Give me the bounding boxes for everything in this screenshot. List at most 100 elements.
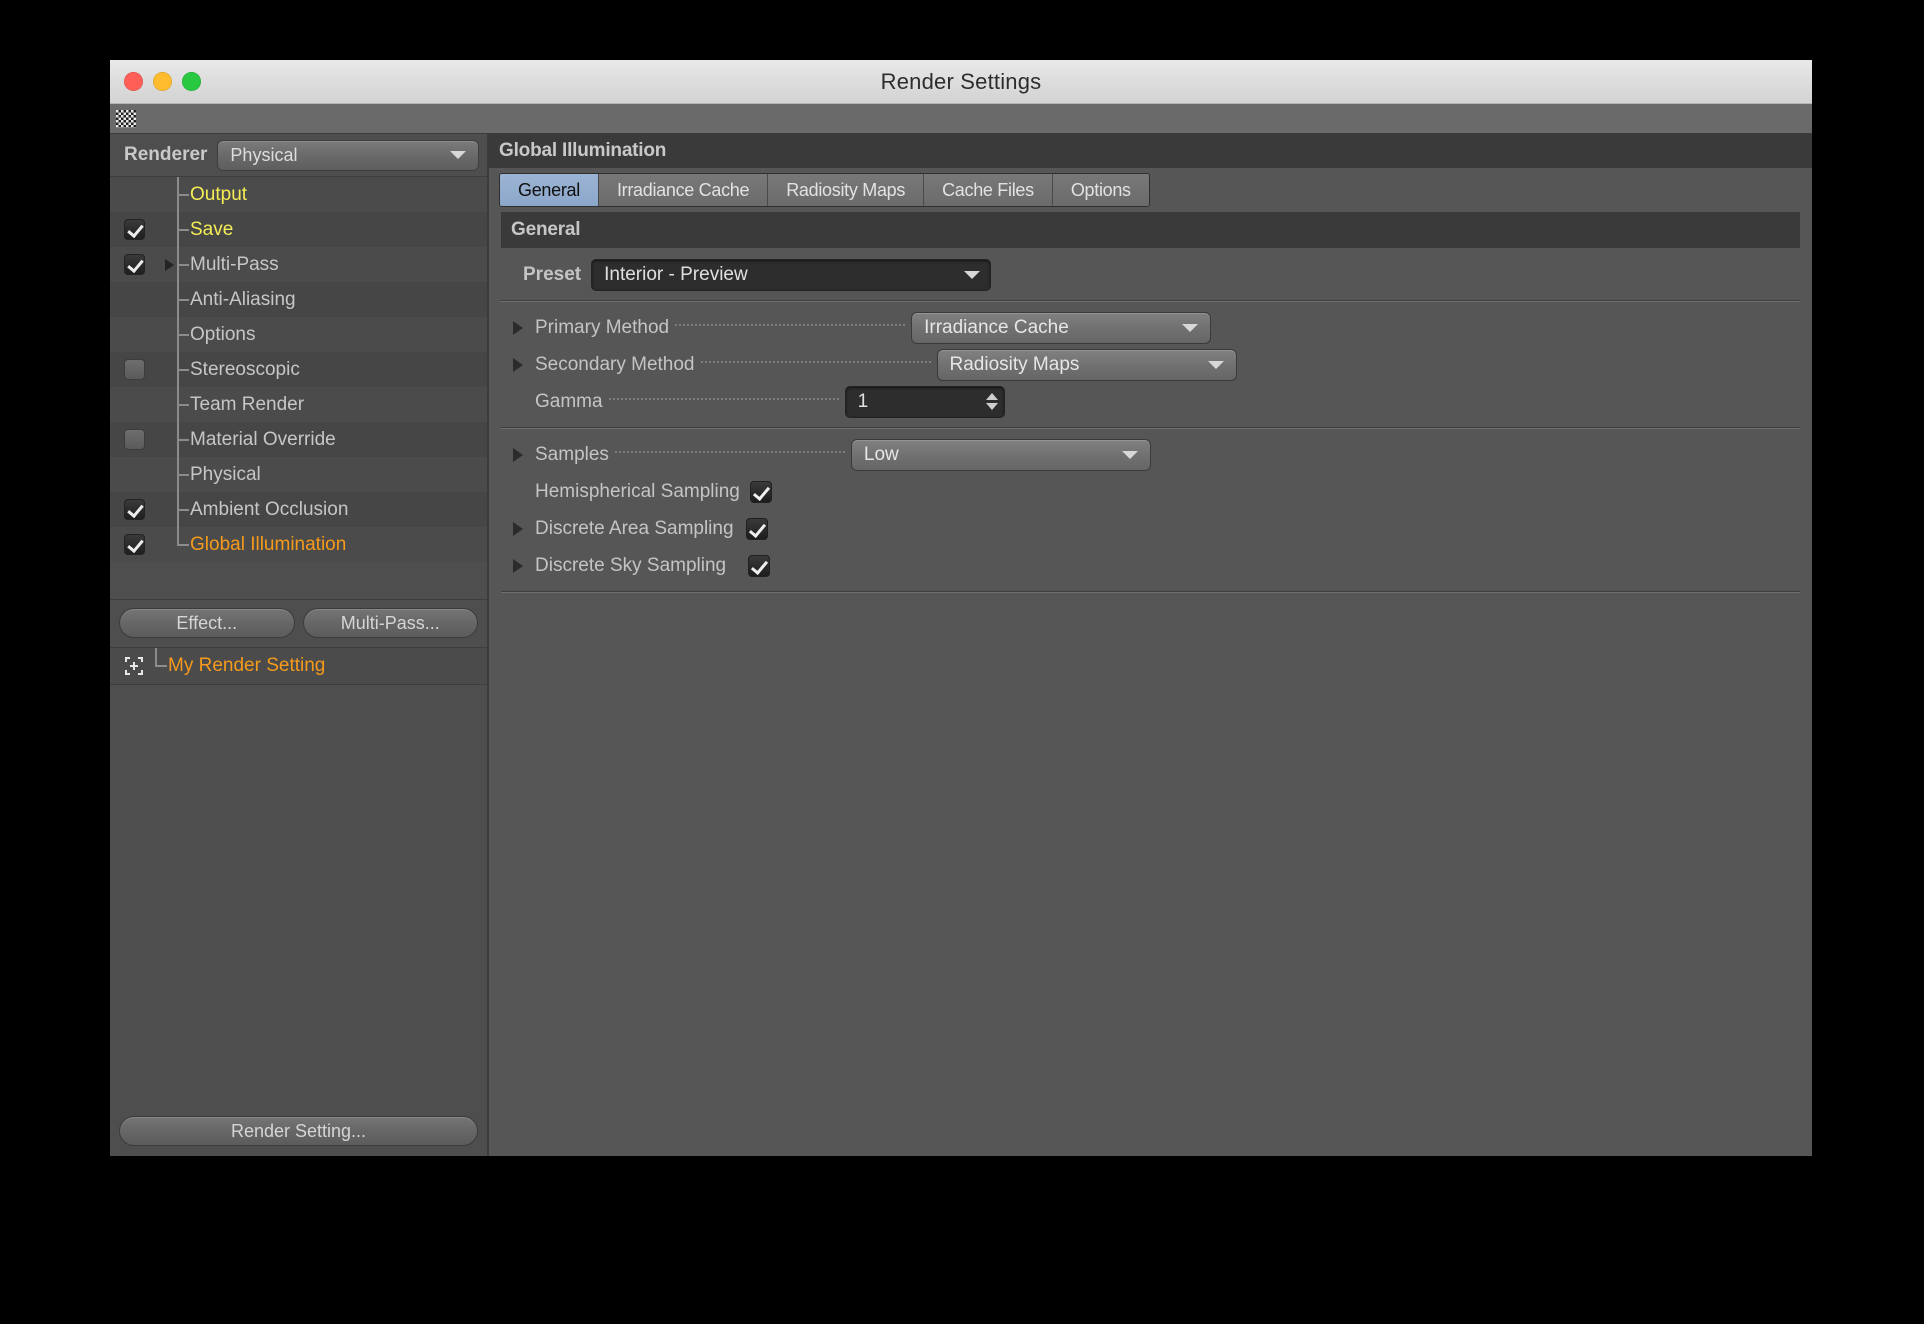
chevron-down-icon xyxy=(1207,360,1224,369)
checkbox-cell[interactable] xyxy=(116,499,152,520)
preset-row: Preset Interior - Preview xyxy=(501,256,1800,293)
dot-leader xyxy=(608,397,839,400)
checkbox-cell[interactable] xyxy=(116,429,152,450)
main-panel: Global Illumination General Irradiance C… xyxy=(489,134,1812,1156)
secondary-method-dropdown[interactable]: Radiosity Maps xyxy=(936,348,1237,381)
expander-cell[interactable] xyxy=(501,357,535,372)
sidebar-button-row: Effect... Multi-Pass... xyxy=(110,598,487,647)
checkbox-cell xyxy=(116,324,152,345)
checkbox-placeholder xyxy=(124,324,145,345)
checkbox-cell[interactable] xyxy=(116,359,152,380)
tree-item-output[interactable]: Output xyxy=(110,177,487,212)
chevron-right-icon[interactable] xyxy=(513,320,523,335)
tree-item-label: Save xyxy=(190,218,234,240)
tree-item-save[interactable]: Save xyxy=(110,212,487,247)
multi-pass-button[interactable]: Multi-Pass... xyxy=(302,608,478,638)
chevron-right-icon[interactable] xyxy=(513,558,523,573)
tab-cache-files[interactable]: Cache Files xyxy=(924,174,1053,206)
checkbox-unchecked-icon[interactable] xyxy=(123,429,145,450)
renderer-label: Renderer xyxy=(124,144,208,165)
tab-content-general: General Preset Interior - Preview Primar… xyxy=(489,212,1812,1156)
tab-irradiance-cache[interactable]: Irradiance Cache xyxy=(598,174,769,206)
tree-item-options[interactable]: Options xyxy=(110,317,487,352)
checkbox-cell xyxy=(116,289,152,310)
chevron-right-icon[interactable] xyxy=(513,521,523,536)
tree-item-team-render[interactable]: Team Render xyxy=(110,387,487,422)
tree-item-material-override[interactable]: Material Override xyxy=(110,422,487,457)
tree-item-label: Material Override xyxy=(190,428,336,450)
checkbox-placeholder xyxy=(124,289,145,310)
tab-radiosity-maps[interactable]: Radiosity Maps xyxy=(768,174,925,206)
checkbox-unchecked-icon[interactable] xyxy=(123,359,145,380)
tree-item-global-illumination[interactable]: Global Illumination xyxy=(110,527,487,562)
discrete-sky-sampling-row: Discrete Sky Sampling xyxy=(501,547,1800,584)
sidebar-empty-area xyxy=(110,684,487,1106)
tree-elbow-icon xyxy=(174,317,190,352)
discrete-sky-sampling-checkbox[interactable] xyxy=(748,554,771,577)
checkbox-cell xyxy=(116,394,152,415)
tab-options[interactable]: Options xyxy=(1052,174,1149,206)
tree-item-anti-aliasing[interactable]: Anti-Aliasing xyxy=(110,282,487,317)
chevron-right-icon[interactable] xyxy=(513,447,523,462)
chevron-right-icon[interactable] xyxy=(513,357,523,372)
expander-cell[interactable] xyxy=(501,521,535,536)
tree-item-multi-pass[interactable]: Multi-Pass xyxy=(110,247,487,282)
expander-cell[interactable] xyxy=(501,320,535,335)
tree-elbow-icon xyxy=(174,247,190,282)
settings-tree: Output Save Multi-Pass Anti-Aliasing Opt… xyxy=(110,176,487,599)
window-body: Renderer Physical Output Save Multi-Pass… xyxy=(110,134,1812,1156)
checkbox-checked-icon[interactable] xyxy=(123,534,145,555)
primary-method-dropdown[interactable]: Irradiance Cache xyxy=(911,311,1212,344)
preset-dropdown[interactable]: Interior - Preview xyxy=(591,258,992,291)
renderer-dropdown[interactable]: Physical xyxy=(217,139,479,171)
checkbox-checked-icon[interactable] xyxy=(123,254,145,275)
gamma-value: 1 xyxy=(857,390,869,412)
gamma-stepper[interactable] xyxy=(984,390,1000,414)
gamma-field[interactable]: 1 xyxy=(844,385,1005,418)
tree-item-label: Global Illumination xyxy=(190,533,347,555)
close-button[interactable] xyxy=(124,72,143,91)
move-crosshair-icon xyxy=(116,656,152,676)
chevron-down-icon xyxy=(964,270,981,279)
separator xyxy=(501,427,1800,429)
minimize-button[interactable] xyxy=(153,72,172,91)
checkbox-cell[interactable] xyxy=(116,254,152,275)
secondary-method-row: Secondary Method Radiosity Maps xyxy=(501,346,1800,383)
tree-item-label: Team Render xyxy=(190,393,305,415)
samples-dropdown[interactable]: Low xyxy=(850,438,1151,471)
primary-method-value: Irradiance Cache xyxy=(924,316,1069,338)
tree-item-label: Output xyxy=(190,183,248,205)
hemispherical-sampling-row: Hemispherical Sampling xyxy=(501,473,1800,510)
tree-item-physical[interactable]: Physical xyxy=(110,457,487,492)
drag-handle-icon[interactable] xyxy=(116,109,136,128)
expander-cell[interactable] xyxy=(501,558,535,573)
tree-item-label: Multi-Pass xyxy=(190,253,279,275)
tree-item-label: Ambient Occlusion xyxy=(190,498,349,520)
tree-item-stereoscopic[interactable]: Stereoscopic xyxy=(110,352,487,387)
stepper-up-icon[interactable] xyxy=(985,393,998,400)
checkbox-placeholder xyxy=(124,394,145,415)
checkbox-checked-icon[interactable] xyxy=(123,499,145,520)
tree-elbow-icon xyxy=(174,422,190,457)
checkbox-cell[interactable] xyxy=(116,534,152,555)
saved-render-setting-row[interactable]: My Render Setting xyxy=(110,646,487,685)
stepper-down-icon[interactable] xyxy=(985,403,998,410)
secondary-method-label: Secondary Method xyxy=(535,353,695,375)
tree-item-ambient-occlusion[interactable]: Ambient Occlusion xyxy=(110,492,487,527)
checkbox-placeholder xyxy=(124,184,145,205)
effect-button[interactable]: Effect... xyxy=(119,608,295,638)
checkbox-checked-icon[interactable] xyxy=(123,219,145,240)
zoom-button[interactable] xyxy=(182,72,201,91)
render-setting-button[interactable]: Render Setting... xyxy=(119,1116,478,1146)
expander-cell[interactable] xyxy=(501,447,535,462)
discrete-area-sampling-checkbox[interactable] xyxy=(745,517,768,540)
expander-cell[interactable] xyxy=(152,258,174,271)
render-settings-window: Render Settings Renderer Physical Output xyxy=(110,60,1812,1156)
tab-general[interactable]: General xyxy=(500,174,599,206)
tree-item-label: Stereoscopic xyxy=(190,358,300,380)
renderer-value: Physical xyxy=(230,144,298,165)
checkbox-cell[interactable] xyxy=(116,219,152,240)
chevron-down-icon xyxy=(1121,450,1138,459)
chevron-right-icon[interactable] xyxy=(165,258,174,271)
hemispherical-sampling-checkbox[interactable] xyxy=(749,480,772,503)
